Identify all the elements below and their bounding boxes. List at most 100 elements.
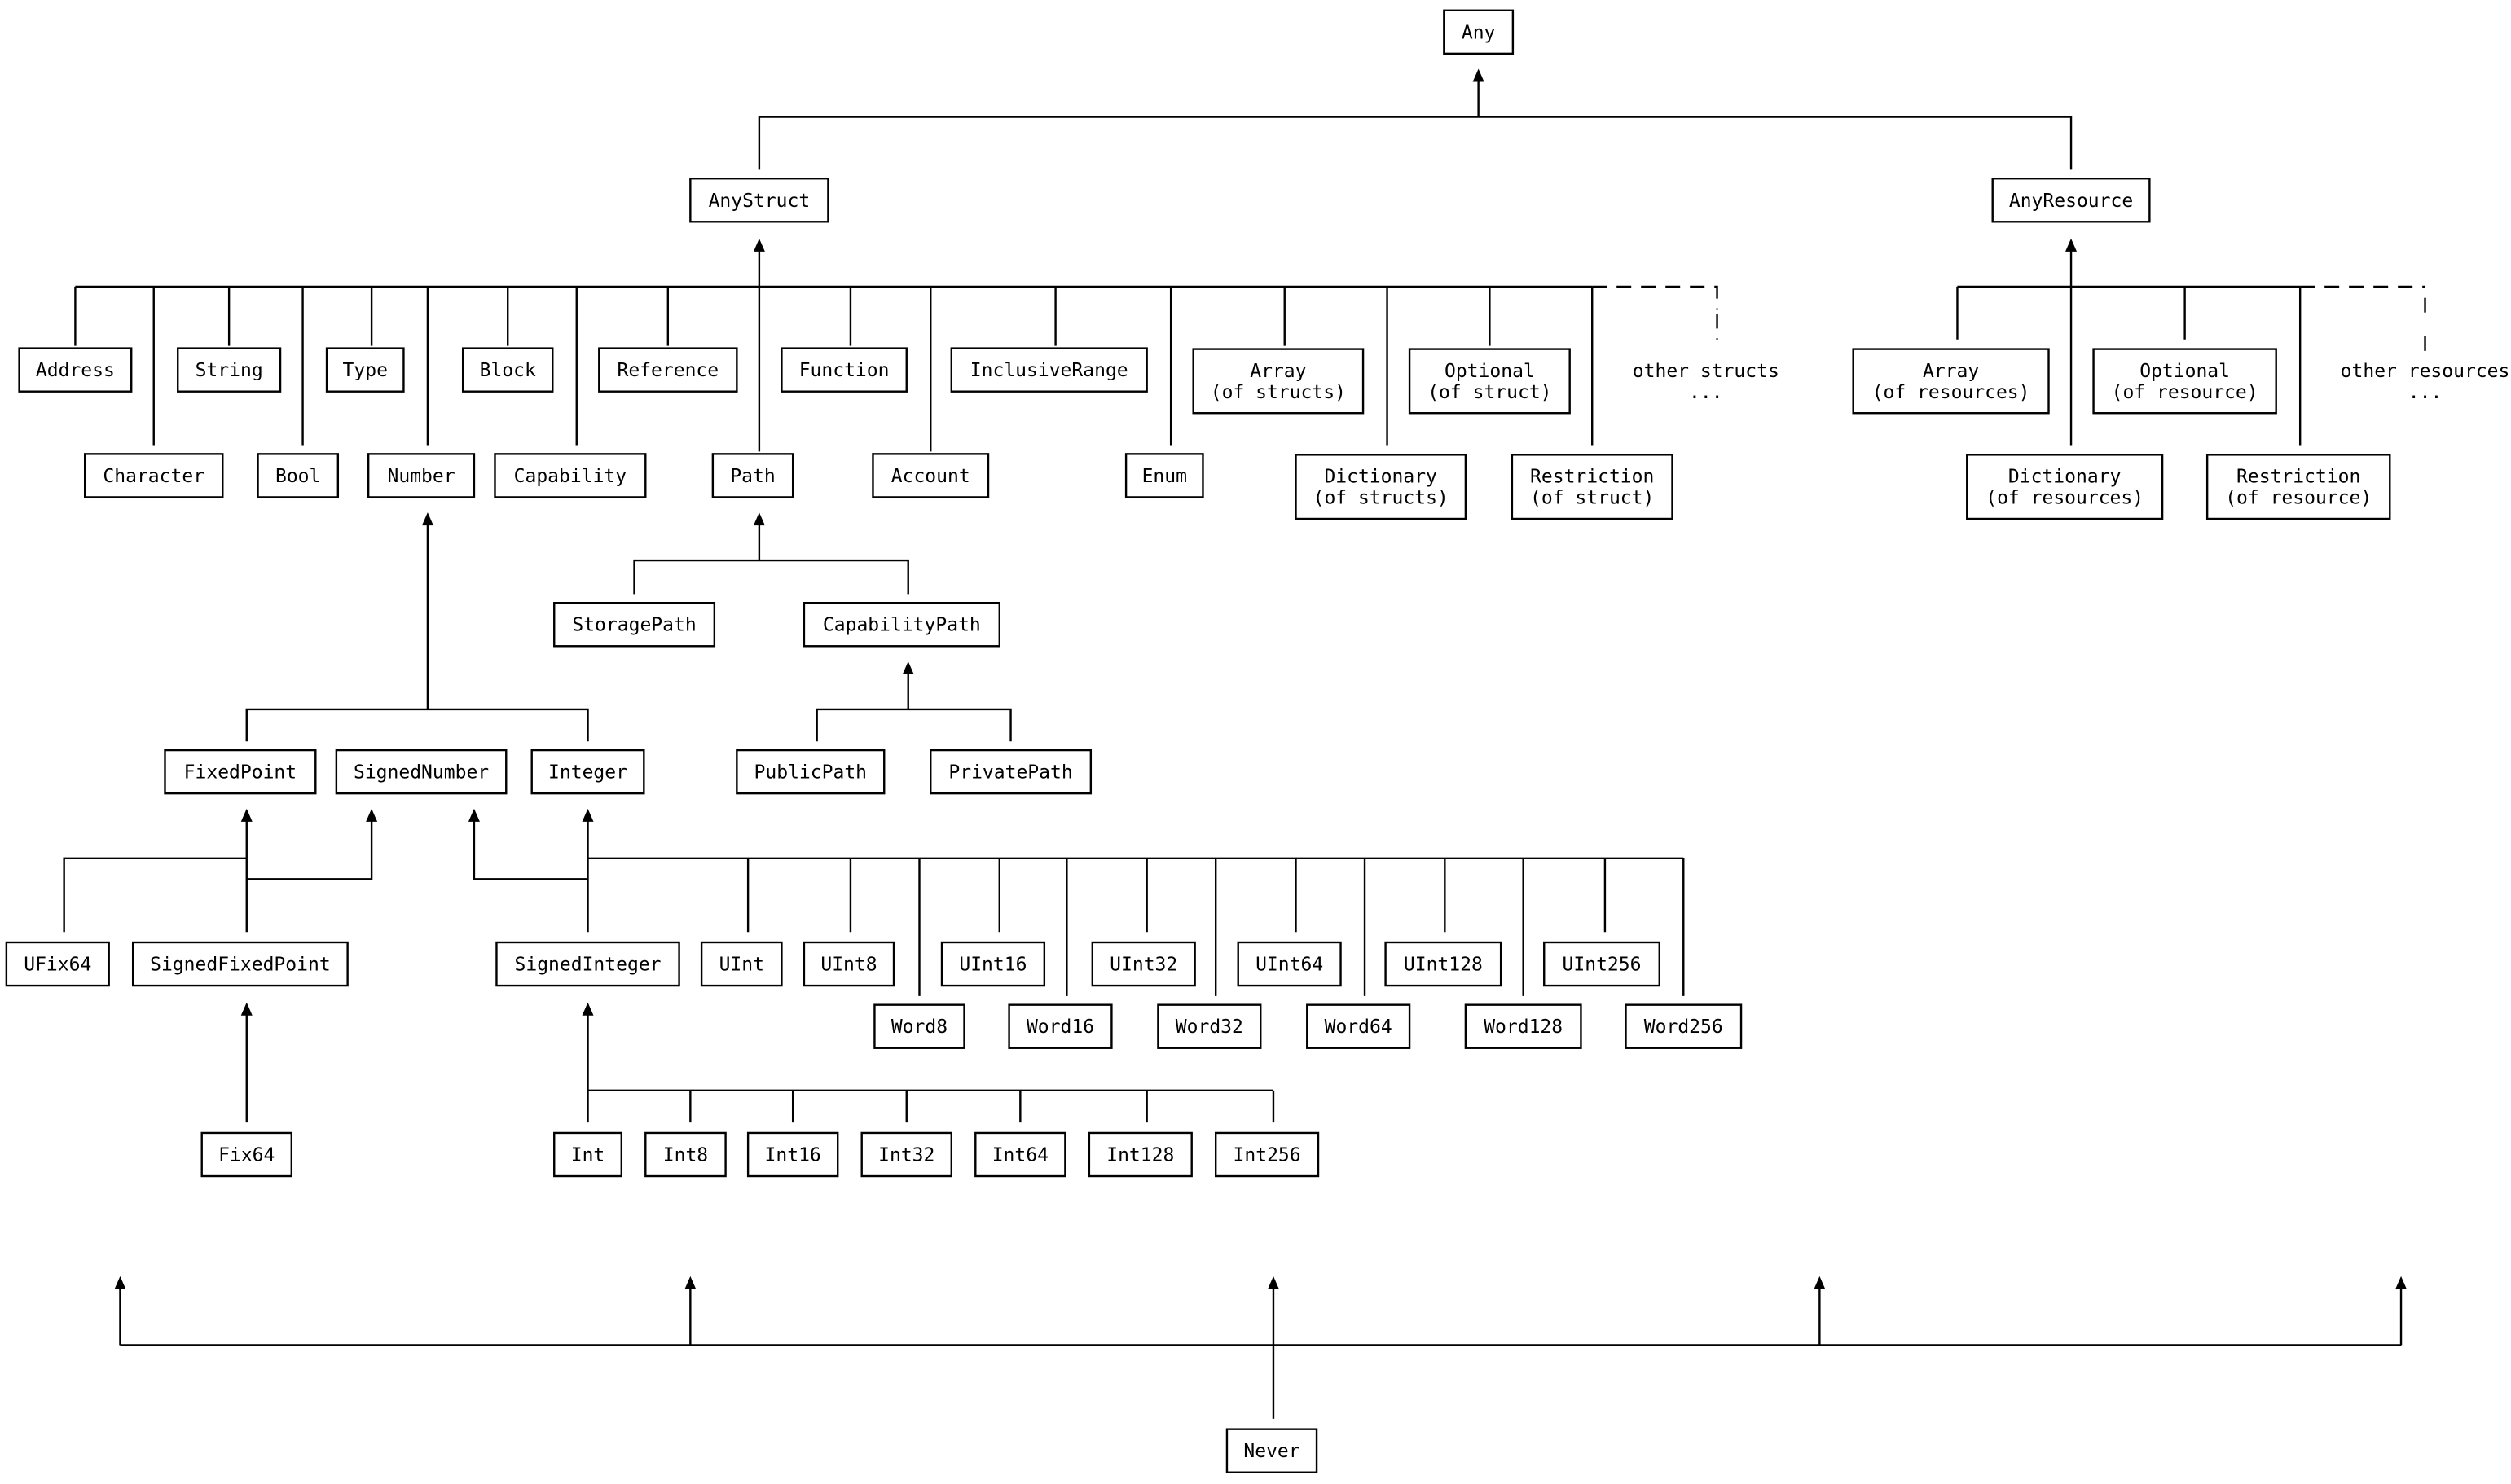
type-node-optionalresource: Optional(of resource) bbox=[2092, 348, 2277, 415]
node-label: (of struct) bbox=[1530, 488, 1654, 509]
node-label: Reference bbox=[618, 360, 719, 381]
type-node-int32: Int32 bbox=[860, 1131, 953, 1178]
node-label: Integer bbox=[548, 762, 627, 784]
edge-signedfixedpoint-signednumber bbox=[246, 821, 373, 880]
type-node-uint64: UInt64 bbox=[1237, 941, 1342, 987]
arrowhead-path bbox=[753, 512, 765, 526]
type-node-dictionaryresources: Dictionary(of resources) bbox=[1966, 454, 2164, 520]
edge-number-bus bbox=[245, 708, 589, 742]
node-label: Int256 bbox=[1234, 1144, 1301, 1166]
node-label: Word256 bbox=[1644, 1016, 1723, 1038]
node-label: Account bbox=[891, 466, 970, 487]
node-label: (of structs) bbox=[1211, 382, 1346, 403]
node-label: Bool bbox=[275, 466, 320, 487]
edge-ufix64 bbox=[63, 857, 247, 933]
type-node-optionalstruct: Optional(of struct) bbox=[1408, 348, 1571, 415]
node-label: Type bbox=[343, 360, 388, 381]
node-label: Enum bbox=[1142, 466, 1187, 487]
type-node-integer: Integer bbox=[530, 749, 645, 795]
arrowhead-signedfixedpoint bbox=[240, 1002, 253, 1016]
node-label: Function bbox=[799, 360, 890, 381]
node-label: Word16 bbox=[1027, 1016, 1094, 1038]
type-node-inclusiverange: InclusiveRange bbox=[950, 347, 1148, 393]
type-node-otherresources: other resources... bbox=[2341, 361, 2510, 403]
node-label: Number bbox=[388, 466, 455, 487]
node-label: UInt256 bbox=[1563, 955, 1642, 976]
arrowhead-signednumber-right bbox=[468, 808, 480, 822]
arrowhead-integer bbox=[582, 808, 594, 822]
type-node-never: Never bbox=[1225, 1428, 1318, 1473]
type-node-word256: Word256 bbox=[1625, 1003, 1743, 1049]
node-label: Int8 bbox=[663, 1144, 708, 1166]
node-label: Int16 bbox=[765, 1144, 821, 1166]
node-label: SignedFixedPoint bbox=[150, 955, 331, 976]
type-node-word128: Word128 bbox=[1464, 1003, 1582, 1049]
type-node-bool: Bool bbox=[257, 453, 340, 498]
node-label: UInt bbox=[719, 955, 764, 976]
type-node-function: Function bbox=[781, 347, 908, 393]
node-label: Block bbox=[480, 360, 536, 381]
node-label: Fix64 bbox=[218, 1144, 275, 1166]
node-label: UInt128 bbox=[1404, 955, 1483, 976]
type-node-int64: Int64 bbox=[974, 1131, 1066, 1178]
type-node-restrictionstruct: Restriction(of struct) bbox=[1511, 454, 1673, 520]
node-label: InclusiveRange bbox=[970, 360, 1128, 381]
arrowhead-any bbox=[1472, 68, 1484, 82]
type-node-uint8: UInt8 bbox=[803, 941, 895, 987]
type-node-word64: Word64 bbox=[1306, 1003, 1411, 1049]
type-node-signedfixedpoint: SignedFixedPoint bbox=[131, 941, 349, 987]
node-label: (of structs) bbox=[1313, 488, 1449, 509]
type-node-dictionarystructs: Dictionary(of structs) bbox=[1295, 454, 1467, 520]
type-node-word16: Word16 bbox=[1008, 1003, 1113, 1049]
type-node-enum: Enum bbox=[1124, 453, 1204, 498]
arrowhead-anystruct bbox=[753, 238, 765, 252]
node-label: (of resources) bbox=[1985, 488, 2144, 509]
type-node-int16: Int16 bbox=[746, 1131, 839, 1178]
type-node-uint16: UInt16 bbox=[940, 941, 1046, 987]
node-label: FixedPoint bbox=[184, 762, 297, 784]
node-label: Capability bbox=[514, 466, 627, 487]
node-label: Array bbox=[1250, 361, 1306, 382]
type-hierarchy-diagram: Any AnyStruct AnyResource Address String Type… bbox=[5, 9, 2510, 1473]
node-label: Word64 bbox=[1325, 1016, 1392, 1038]
type-node-uint128: UInt128 bbox=[1384, 941, 1502, 987]
node-label: Optional bbox=[1445, 361, 1535, 382]
node-label: PrivatePath bbox=[948, 762, 1072, 784]
type-node-word32: Word32 bbox=[1157, 1003, 1262, 1049]
type-node-storagepath: StoragePath bbox=[553, 601, 716, 648]
type-node-int: Int bbox=[553, 1131, 623, 1178]
type-node-int8: Int8 bbox=[644, 1131, 727, 1178]
node-label: UInt32 bbox=[1110, 955, 1177, 976]
edge-capabilitypath-bus bbox=[816, 708, 1012, 742]
type-node-arrayresources: Array(of resources) bbox=[1852, 348, 2050, 415]
node-label: Character bbox=[103, 466, 204, 487]
node-label: Word128 bbox=[1484, 1016, 1563, 1038]
arrowhead-never-4 bbox=[2395, 1275, 2408, 1289]
arrowhead-never-2 bbox=[1267, 1275, 1279, 1289]
arrowhead-capabilitypath bbox=[902, 661, 914, 674]
edge-other-structs bbox=[1592, 285, 1718, 310]
node-label: ... bbox=[1689, 382, 1723, 403]
node-label: Array bbox=[1923, 361, 1979, 382]
type-node-anyresource: AnyResource bbox=[1991, 178, 2151, 223]
type-node-uint256: UInt256 bbox=[1543, 941, 1660, 987]
edge-any-bus bbox=[758, 116, 2073, 170]
type-node-uint32: UInt32 bbox=[1091, 941, 1196, 987]
node-label: Restriction bbox=[1530, 467, 1654, 488]
node-label: Any bbox=[1462, 22, 1496, 43]
type-node-account: Account bbox=[872, 453, 990, 498]
type-node-word8: Word8 bbox=[873, 1003, 965, 1049]
node-label: Dictionary bbox=[2008, 467, 2121, 488]
type-node-signednumber: SignedNumber bbox=[335, 749, 508, 795]
node-label: AnyResource bbox=[2009, 191, 2133, 212]
edges bbox=[63, 68, 2426, 1419]
node-label: UInt16 bbox=[959, 955, 1027, 976]
node-label: (of resource) bbox=[2112, 382, 2258, 403]
node-label: UInt64 bbox=[1256, 955, 1323, 976]
node-label: SignedNumber bbox=[354, 762, 489, 784]
type-node-uint: UInt bbox=[700, 941, 783, 987]
arrowhead-never-0 bbox=[114, 1275, 126, 1289]
arrowhead-never-1 bbox=[684, 1275, 697, 1289]
type-node-privatepath: PrivatePath bbox=[930, 749, 1093, 795]
node-label: Never bbox=[1243, 1441, 1299, 1462]
